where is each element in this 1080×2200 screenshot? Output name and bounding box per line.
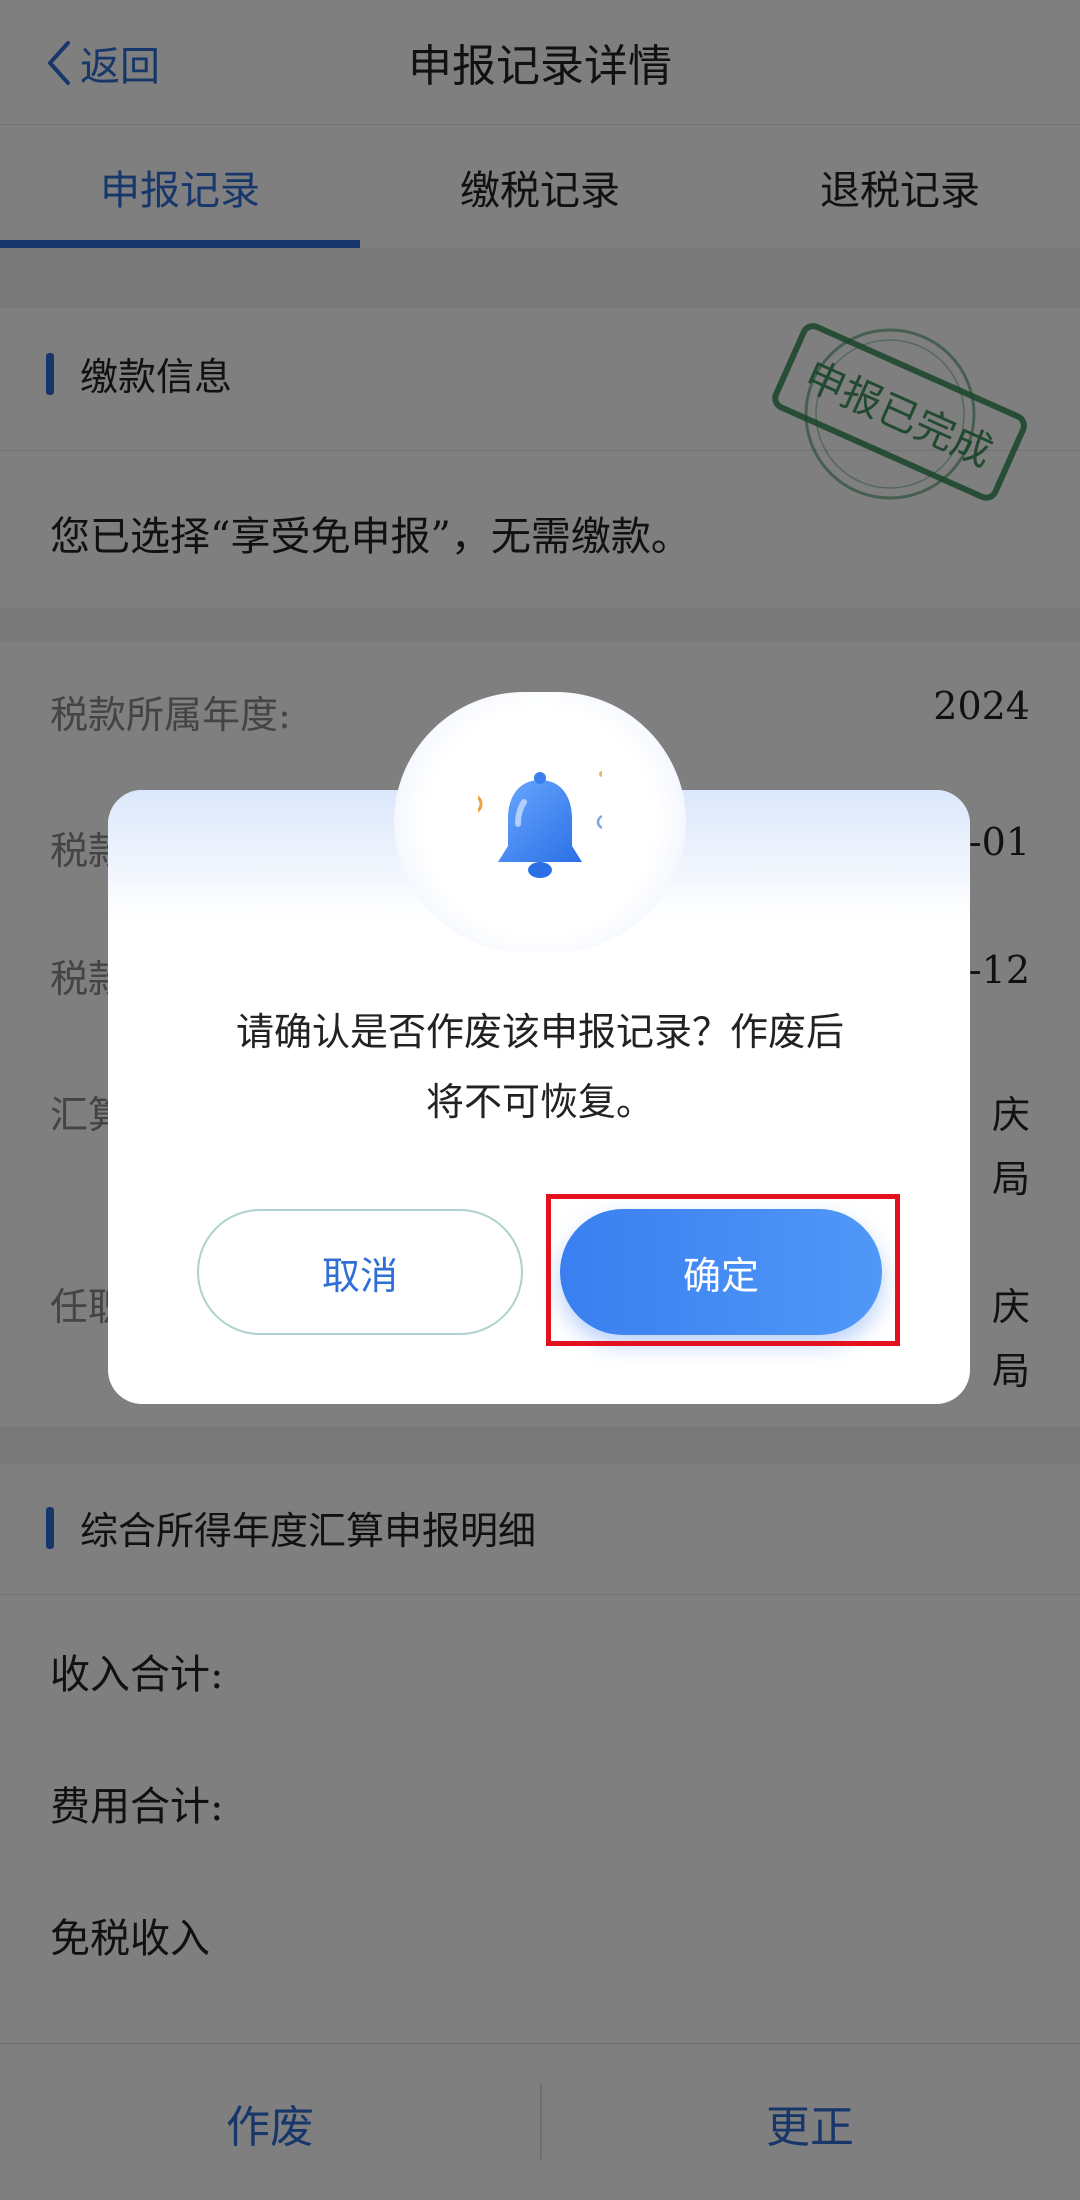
dialog-message: 请确认是否作废该申报记录？作废后 将不可恢复。 xyxy=(150,997,930,1137)
dialog-message-line: 将不可恢复。 xyxy=(425,1080,654,1124)
confirm-button-highlight-box xyxy=(546,1194,900,1346)
bell-icon xyxy=(478,771,602,878)
cancel-button[interactable]: 取消 xyxy=(197,1209,523,1335)
dialog-message-line: 请确认是否作废该申报记录？作废后 xyxy=(235,1010,844,1054)
